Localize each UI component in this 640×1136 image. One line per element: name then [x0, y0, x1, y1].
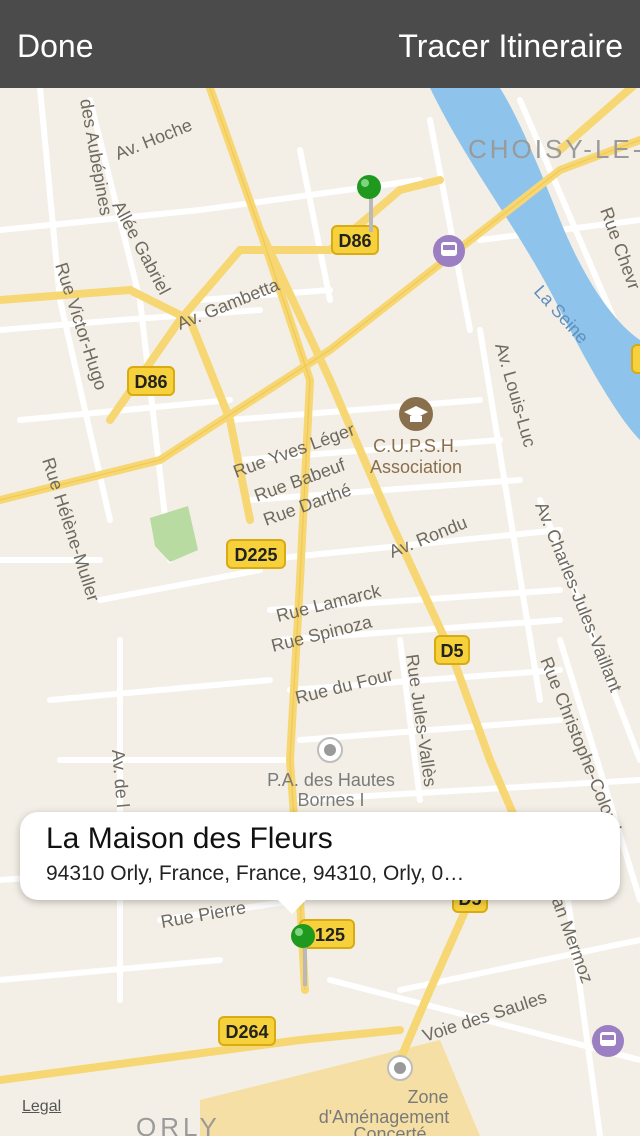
road-shield-edge [631, 344, 640, 374]
poi-dot-icon [317, 737, 343, 763]
road-shield: D264 [218, 1016, 276, 1046]
callout-address: 94310 Orly, France, France, 94310, Orly,… [46, 862, 465, 885]
done-button[interactable]: Done [17, 26, 94, 66]
svg-text:D86: D86 [134, 372, 167, 392]
city-label-choisy: CHOISY-LE- [468, 134, 640, 164]
poi-label: Concerté [353, 1124, 426, 1136]
poi-dot-icon [387, 1055, 413, 1081]
poi-label: Zone [407, 1087, 448, 1107]
svg-text:D86: D86 [338, 231, 371, 251]
map-canvas[interactable]: Av. Hoche des Aubépines Allée Gabriel Av… [0, 88, 640, 1136]
svg-text:125: 125 [315, 925, 345, 945]
train-icon [592, 1025, 624, 1057]
poi-label: Association [370, 457, 462, 477]
road-shield: D5 [434, 635, 470, 665]
legal-link[interactable]: Legal [22, 1098, 61, 1116]
road-shield: D86 [127, 366, 175, 396]
poi-label: Bornes I [297, 790, 364, 810]
train-icon [433, 235, 465, 267]
route-button[interactable]: Tracer Itineraire [398, 26, 623, 66]
callout-title: La Maison des Fleurs [46, 822, 333, 855]
poi-label: C.U.P.S.H. [373, 436, 459, 456]
svg-text:D5: D5 [440, 641, 463, 661]
svg-text:D264: D264 [225, 1022, 268, 1042]
navigation-bar: Done Tracer Itineraire [0, 0, 640, 88]
map-view[interactable]: Av. Hoche des Aubépines Allée Gabriel Av… [0, 88, 640, 1136]
road-shield: D225 [226, 539, 286, 569]
svg-text:D225: D225 [234, 545, 277, 565]
poi-label: P.A. des Hautes [267, 770, 395, 790]
city-label-orly: ORLY [136, 1112, 221, 1136]
education-icon [399, 397, 433, 431]
location-callout[interactable]: La Maison des Fleurs 94310 Orly, France,… [20, 812, 620, 914]
